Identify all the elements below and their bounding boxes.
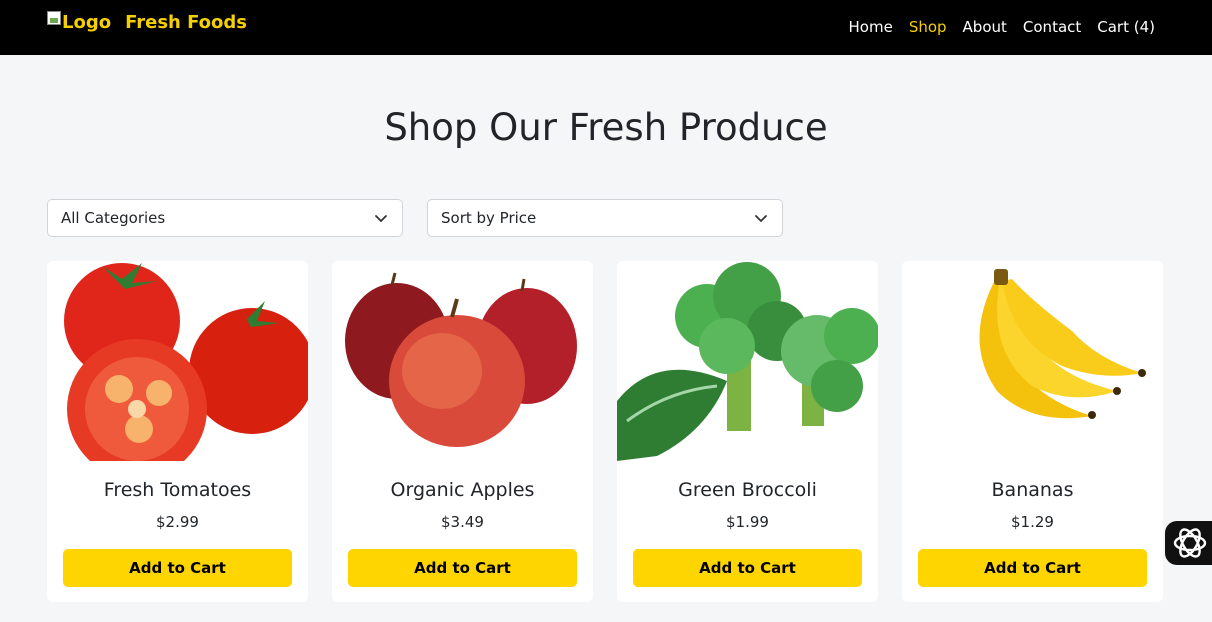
broccoli-image	[617, 261, 878, 461]
product-card: Fresh Tomatoes $2.99 Add to Cart	[47, 261, 308, 602]
nav-link-shop[interactable]: Shop	[909, 18, 947, 36]
assistant-logo-icon	[1173, 528, 1207, 558]
nav-link-cart[interactable]: Cart (4)	[1097, 18, 1155, 36]
product-price: $1.99	[726, 513, 769, 531]
apples-image	[332, 261, 593, 461]
product-card: Bananas $1.29 Add to Cart	[902, 261, 1163, 602]
category-select-value: All Categories	[61, 209, 166, 227]
nav-link-contact[interactable]: Contact	[1023, 18, 1081, 36]
add-to-cart-button[interactable]: Add to Cart	[918, 549, 1147, 587]
nav-links: Home Shop About Contact Cart (4)	[849, 18, 1155, 36]
bananas-image	[902, 261, 1163, 461]
product-name: Fresh Tomatoes	[103, 479, 252, 501]
product-name: Bananas	[991, 479, 1074, 501]
product-price: $3.49	[441, 513, 484, 531]
category-select[interactable]: All Categories	[47, 199, 403, 237]
nav-link-home[interactable]: Home	[849, 18, 893, 36]
chevron-down-icon	[375, 215, 387, 222]
logo-alt-text: Logo	[62, 12, 112, 33]
add-to-cart-button[interactable]: Add to Cart	[633, 549, 862, 587]
broken-image-icon	[47, 10, 61, 25]
brand-name: Fresh Foods	[125, 12, 248, 33]
tomatoes-image	[47, 261, 308, 461]
brand[interactable]: Logo Fresh Foods	[47, 10, 248, 33]
add-to-cart-button[interactable]: Add to Cart	[348, 549, 577, 587]
floating-assistant-button[interactable]	[1165, 521, 1212, 565]
sort-select[interactable]: Sort by Price	[427, 199, 783, 237]
page-title: Shop Our Fresh Produce	[384, 106, 828, 149]
chevron-down-icon	[755, 215, 767, 222]
product-price: $2.99	[156, 513, 199, 531]
product-card: Organic Apples $3.49 Add to Cart	[332, 261, 593, 602]
logo-image: Logo	[47, 10, 112, 33]
sort-select-value: Sort by Price	[441, 209, 537, 227]
add-to-cart-button[interactable]: Add to Cart	[63, 549, 292, 587]
product-name: Green Broccoli	[678, 479, 817, 501]
product-name: Organic Apples	[390, 479, 535, 501]
product-price: $1.29	[1011, 513, 1054, 531]
product-card: Green Broccoli $1.99 Add to Cart	[617, 261, 878, 602]
navbar: Logo Fresh Foods Home Shop About Contact…	[0, 0, 1212, 55]
nav-link-about[interactable]: About	[963, 18, 1007, 36]
